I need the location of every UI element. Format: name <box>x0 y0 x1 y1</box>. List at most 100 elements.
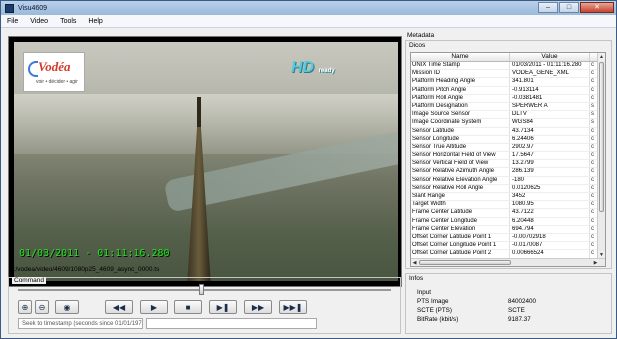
seek-timestamp-input[interactable]: Seek to timestamp (seconds since 01/01/1… <box>18 318 143 329</box>
table-row[interactable]: Offset Corner Latitude Point 1 -0.0070291… <box>411 233 599 243</box>
skip-end-button[interactable]: ▶▶❚ <box>279 300 307 314</box>
file-path: D:/vodea/video/4609/1080p25_4609_async_0… <box>9 266 160 273</box>
table-header: Name Value <box>411 53 605 62</box>
row-name: Image Source Sensor <box>411 111 510 119</box>
fast-forward-icon: ▶▶ <box>251 302 265 312</box>
table-body: UNIX Time Stamp 01/03/2011 - 01:11:16.280… <box>411 62 599 259</box>
infos-title: Infos <box>409 275 424 282</box>
title-bar[interactable]: Visu4609 – □ ✕ <box>1 1 616 15</box>
play-button[interactable]: ▶ <box>140 300 168 314</box>
row-value: -0.00702918 <box>510 233 590 242</box>
row-name: Sensor Longitude <box>411 135 510 143</box>
fast-forward-button[interactable]: ▶▶ <box>244 300 272 314</box>
stop-button[interactable]: ■ <box>174 300 202 314</box>
rewind-button[interactable]: ◀◀ <box>105 300 133 314</box>
row-name: Offset Corner Latitude Point 2 <box>411 250 510 258</box>
column-header-value[interactable]: Value <box>510 53 590 61</box>
table-row[interactable]: Sensor Horizontal Field of View 17.5647 c <box>411 152 599 161</box>
column-header-name[interactable]: Name <box>411 53 510 61</box>
table-row[interactable]: Mission ID VODEA_GENE_XML c <box>411 70 599 79</box>
main-content: Vodéa voir • décider • agir HD ready 01/… <box>1 28 616 338</box>
row-value: 286.139 <box>510 168 590 176</box>
window-title: Visu4609 <box>18 4 48 12</box>
table-row[interactable]: Sensor Relative Azimuth Angle 286.139 c <box>411 168 599 177</box>
info-value-scte: SCTE <box>508 307 525 314</box>
table-row[interactable]: Sensor Longitude 6.24406 c <box>411 135 599 144</box>
row-value: -0.913114 <box>510 86 590 94</box>
table-row[interactable]: Platform Heading Angle 341.801 c <box>411 78 599 87</box>
maximize-button[interactable]: □ <box>559 2 579 13</box>
window-controls: – □ ✕ <box>538 2 614 13</box>
row-name: Frame Center Longitude <box>411 217 510 225</box>
row-name: Platform Heading Angle <box>411 78 510 86</box>
menu-tools[interactable]: Tools <box>54 18 82 25</box>
record-icon: ◉ <box>63 302 71 312</box>
row-name: Platform Roll Angle <box>411 94 510 102</box>
logo-subtitle: voir • décider • agir <box>36 79 78 85</box>
video-player[interactable]: Vodéa voir • décider • agir HD ready 01/… <box>8 36 402 287</box>
zoom-out-icon: ⊖ <box>38 302 46 312</box>
menu-file[interactable]: File <box>1 18 24 25</box>
menu-help[interactable]: Help <box>82 18 108 25</box>
row-name: Frame Center Latitude <box>411 209 510 217</box>
hd-badge-sub: ready <box>318 68 335 74</box>
table-row[interactable]: Offset Corner Longitude Point 1 -0.017008… <box>411 242 599 251</box>
dicos-title: Dicos <box>409 42 426 49</box>
table-row[interactable]: Image Coordinate System WGS84 s <box>411 119 599 128</box>
table-row[interactable]: Platform Roll Angle -0.0381481 c <box>411 94 599 103</box>
row-value: 43.7122 <box>510 209 590 217</box>
step-forward-button[interactable]: ▶❚ <box>209 300 237 314</box>
zoom-out-button[interactable]: ⊖ <box>35 300 49 314</box>
row-name: Offset Corner Longitude Point 1 <box>411 242 510 250</box>
vertical-scroll-thumb[interactable] <box>599 62 604 212</box>
table-row[interactable]: UNIX Time Stamp 01/03/2011 - 01:11:16.280… <box>411 62 599 71</box>
timeline-slider-thumb[interactable] <box>198 284 204 295</box>
row-value: 6.24406 <box>510 135 590 143</box>
hd-badge: HD ready <box>291 59 347 79</box>
record-button[interactable]: ◉ <box>55 300 79 314</box>
seek-value-field[interactable] <box>146 318 317 329</box>
table-row[interactable]: Frame Center Elevation 694.794 c <box>411 225 599 234</box>
table-row[interactable]: Frame Center Longitude 6.20448 c <box>411 217 599 226</box>
info-label-bitrate: BitRate (kbit/s) <box>417 316 459 323</box>
command-title: Command <box>12 277 46 284</box>
table-row[interactable]: Slant Range 3452 c <box>411 193 599 202</box>
scroll-left-icon[interactable]: ◀ <box>411 259 418 266</box>
metadata-panel: Metadata Dicos Name Value UNIX Time Stam… <box>405 30 612 270</box>
scroll-right-icon[interactable]: ▶ <box>592 259 599 266</box>
menu-video[interactable]: Video <box>24 18 54 25</box>
row-value: SPERWER A <box>510 102 590 111</box>
row-name: Sensor Vertical Field of View <box>411 160 510 168</box>
row-name: Sensor Relative Elevation Angle <box>411 176 510 184</box>
horizontal-scroll-thumb[interactable] <box>419 260 511 265</box>
table-row[interactable]: Target Width 1080.95 c <box>411 201 599 210</box>
table-row[interactable]: Sensor Relative Roll Angle 0.0120625 c <box>411 184 599 193</box>
row-name: Sensor Relative Azimuth Angle <box>411 168 510 176</box>
vertical-scrollbar[interactable]: ▲ ▼ <box>597 53 605 259</box>
table-row[interactable]: Platform Pitch Angle -0.913114 c <box>411 86 599 95</box>
timeline-slider[interactable] <box>18 289 391 291</box>
table-row[interactable]: Sensor True Altitude 2902.97 c <box>411 143 599 153</box>
table-row[interactable]: Sensor Relative Elevation Angle -180 c <box>411 176 599 185</box>
metadata-title: Metadata <box>407 32 435 39</box>
row-name: UNIX Time Stamp <box>411 62 510 70</box>
menu-bar: File Video Tools Help <box>1 15 616 28</box>
table-row[interactable]: Sensor Latitude 43.7134 c <box>411 127 599 136</box>
info-label-scte: SCTE (PTS) <box>417 307 452 314</box>
table-row[interactable]: Sensor Vertical Field of View 13.2799 c <box>411 160 599 169</box>
logo-text: Vodéa <box>38 59 71 74</box>
hd-badge-label: HD <box>291 59 315 76</box>
close-button[interactable]: ✕ <box>580 2 614 13</box>
vodea-logo: Vodéa voir • décider • agir <box>23 52 85 92</box>
table-row[interactable]: Image Source Sensor DLTV s <box>411 111 599 120</box>
play-icon: ▶ <box>150 302 158 312</box>
table-row[interactable]: Frame Center Latitude 43.7122 c <box>411 209 599 218</box>
row-name: Slant Range <box>411 193 510 201</box>
row-name: Target Width <box>411 201 510 209</box>
horizontal-scrollbar[interactable]: ◀ ▶ <box>411 258 605 266</box>
minimize-button[interactable]: – <box>538 2 558 13</box>
scroll-up-icon[interactable]: ▲ <box>598 53 605 61</box>
table-row[interactable]: Platform Designation SPERWER As <box>411 102 599 112</box>
zoom-in-button[interactable]: ⊕ <box>18 300 32 314</box>
row-value: 01/03/2011 - 01:11:16.280 <box>510 62 590 70</box>
